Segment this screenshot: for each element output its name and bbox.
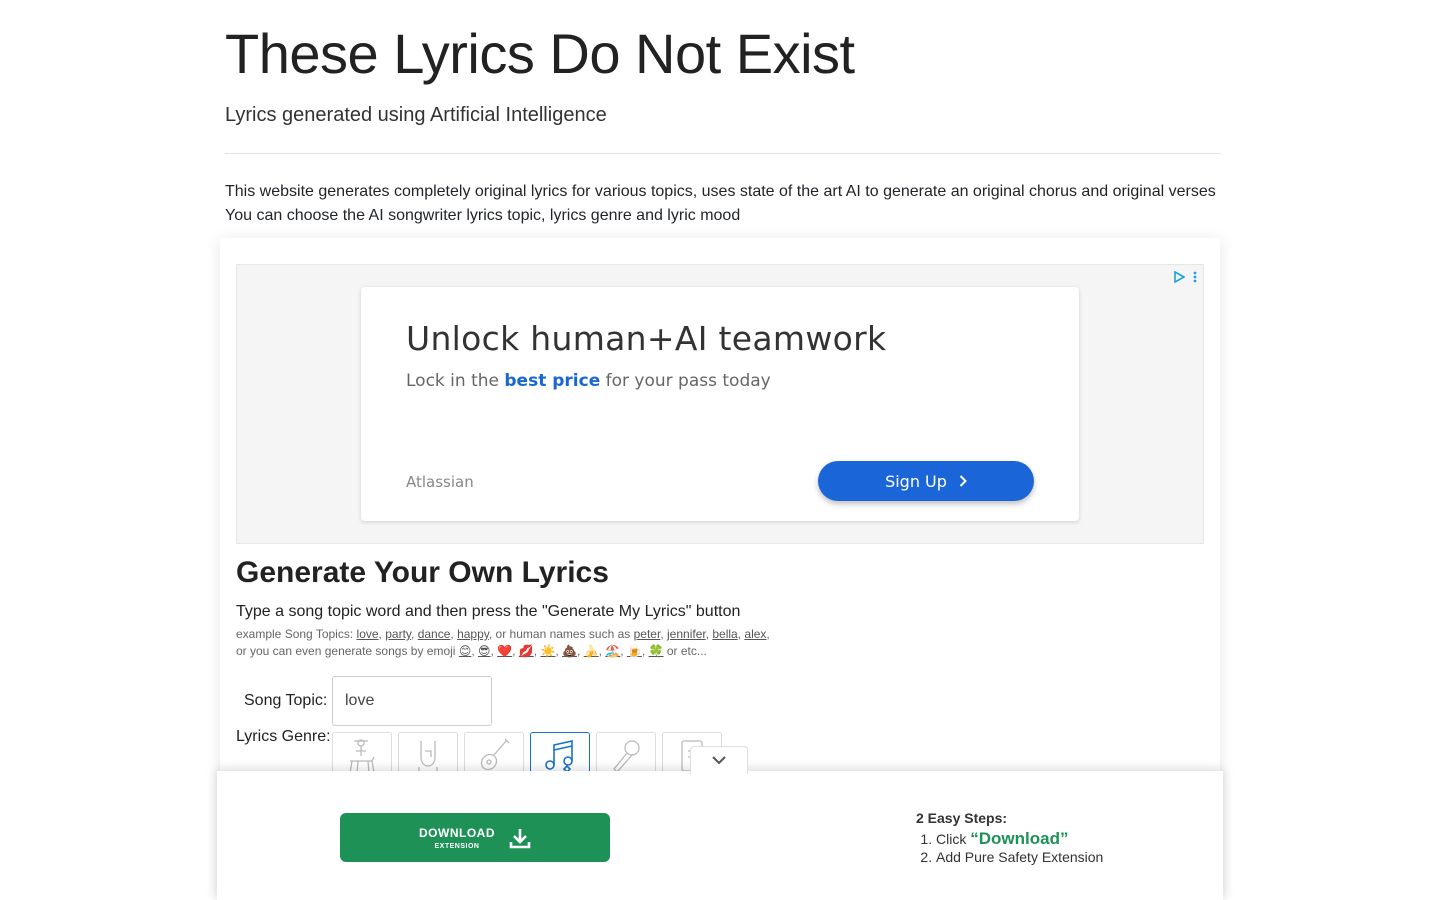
ad-description[interactable]: Lock in the best price for your pass tod… — [406, 371, 771, 391]
lyrics-genre-label: Lyrics Genre: — [236, 728, 331, 745]
ad-card[interactable]: Unlock human+AI teamwork Lock in the bes… — [361, 287, 1079, 521]
ad-brand[interactable]: Atlassian — [406, 473, 474, 491]
genre-rock[interactable] — [398, 732, 458, 776]
step-2: Add Pure Safety Extension — [936, 848, 1103, 866]
more-vertical-icon[interactable] — [1193, 271, 1197, 283]
emoji-suffix: or etc... — [666, 644, 707, 658]
rock-hand-icon — [418, 741, 438, 773]
emoji-link[interactable]: ❤️ — [497, 644, 512, 658]
song-topic-label: Song Topic: — [244, 692, 328, 709]
ad-desc-before: Lock in the — [406, 371, 499, 391]
emoji-link[interactable]: 😊 — [459, 644, 472, 658]
ad-desc-after: for your pass today — [605, 371, 771, 391]
install-steps: 2 Easy Steps: Click “Download” Add Pure … — [916, 810, 1103, 866]
download-extension-button[interactable]: DOWNLOAD EXTENSION — [340, 813, 610, 862]
ad-desc-highlight: best price — [504, 371, 601, 391]
ad-choices[interactable] — [1173, 271, 1197, 283]
site-title: These Lyrics Do Not Exist — [225, 22, 855, 85]
ad-headline[interactable]: Unlock human+AI teamwork — [406, 319, 886, 358]
chevron-down-icon — [712, 756, 726, 765]
music-notes-icon — [545, 740, 573, 774]
emoji-link[interactable]: 🍌 — [584, 644, 599, 658]
download-label: DOWNLOAD — [419, 825, 495, 840]
examples-line-2: or you can even generate songs by emoji … — [236, 644, 707, 658]
name-link-bella[interactable]: bella — [712, 627, 737, 641]
banner-collapse-toggle[interactable] — [690, 746, 748, 774]
names-prefix: , or human names such as — [488, 627, 631, 641]
intro-line-2: You can choose the AI songwriter lyrics … — [225, 207, 741, 224]
site-subtitle: Lyrics generated using Artificial Intell… — [225, 104, 607, 126]
emoji-link[interactable]: 💋 — [519, 644, 534, 658]
genre-selector — [332, 732, 722, 776]
examples-line-1: example Song Topics: love, party, dance,… — [236, 627, 770, 641]
genre-guitar[interactable] — [464, 732, 524, 776]
page-header: These Lyrics Do Not Exist Lyrics generat… — [225, 0, 1221, 228]
emoji-link[interactable]: 💩 — [562, 644, 577, 658]
ad-signup-button[interactable]: Sign Up — [818, 461, 1034, 501]
example-topics: example Song Topics: love, party, dance,… — [236, 626, 856, 660]
genre-country[interactable] — [332, 732, 392, 776]
name-link-jennifer[interactable]: jennifer — [667, 627, 706, 641]
emoji-link[interactable]: 😎 — [478, 644, 491, 658]
generator-instruction: Type a song topic word and then press th… — [236, 603, 741, 620]
ad-signup-label: Sign Up — [885, 471, 947, 491]
topic-link-happy[interactable]: happy — [457, 627, 489, 641]
microphone-icon — [613, 740, 640, 773]
emoji-link[interactable]: ☀️ — [540, 644, 555, 658]
extension-banner: DOWNLOAD EXTENSION 2 Easy Steps: Click “… — [217, 771, 1223, 900]
steps-title: 2 Easy Steps: — [916, 810, 1008, 826]
step-1-prefix: Click — [936, 831, 967, 847]
step-1-highlight: “Download” — [970, 829, 1069, 848]
adchoices-play-icon[interactable] — [1173, 271, 1185, 283]
download-sublabel: EXTENSION — [434, 842, 480, 850]
genre-pop[interactable] — [530, 732, 590, 776]
name-link-alex[interactable]: alex — [744, 627, 766, 641]
intro-text: This website generates completely origin… — [225, 180, 1221, 228]
intro-line-1: This website generates completely origin… — [225, 183, 1216, 200]
topic-link-dance[interactable]: dance — [418, 627, 451, 641]
divider — [225, 153, 1221, 154]
guitar-icon — [480, 738, 510, 771]
emoji-link[interactable]: 🍺 — [627, 644, 642, 658]
song-topic-input[interactable] — [332, 676, 492, 726]
topic-link-love[interactable]: love — [357, 627, 379, 641]
emoji-link[interactable]: 🏖️ — [605, 644, 620, 658]
examples-prefix: example Song Topics: — [236, 627, 354, 641]
step-1: Click “Download” — [936, 830, 1103, 848]
genre-rap[interactable] — [596, 732, 656, 776]
name-link-peter[interactable]: peter — [634, 627, 661, 641]
cowboy-horse-icon — [349, 739, 375, 774]
steps-list: Click “Download” Add Pure Safety Extensi… — [916, 830, 1103, 866]
download-text: DOWNLOAD EXTENSION — [419, 826, 495, 850]
emoji-link[interactable]: 🍀 — [649, 644, 664, 658]
generator-title: Generate Your Own Lyrics — [236, 556, 609, 589]
topic-link-party[interactable]: party — [385, 627, 411, 641]
download-icon — [509, 828, 531, 848]
ad-container[interactable]: Unlock human+AI teamwork Lock in the bes… — [236, 264, 1204, 544]
emoji-prefix: or you can even generate songs by emoji — [236, 644, 456, 658]
chevron-right-icon — [959, 475, 967, 487]
